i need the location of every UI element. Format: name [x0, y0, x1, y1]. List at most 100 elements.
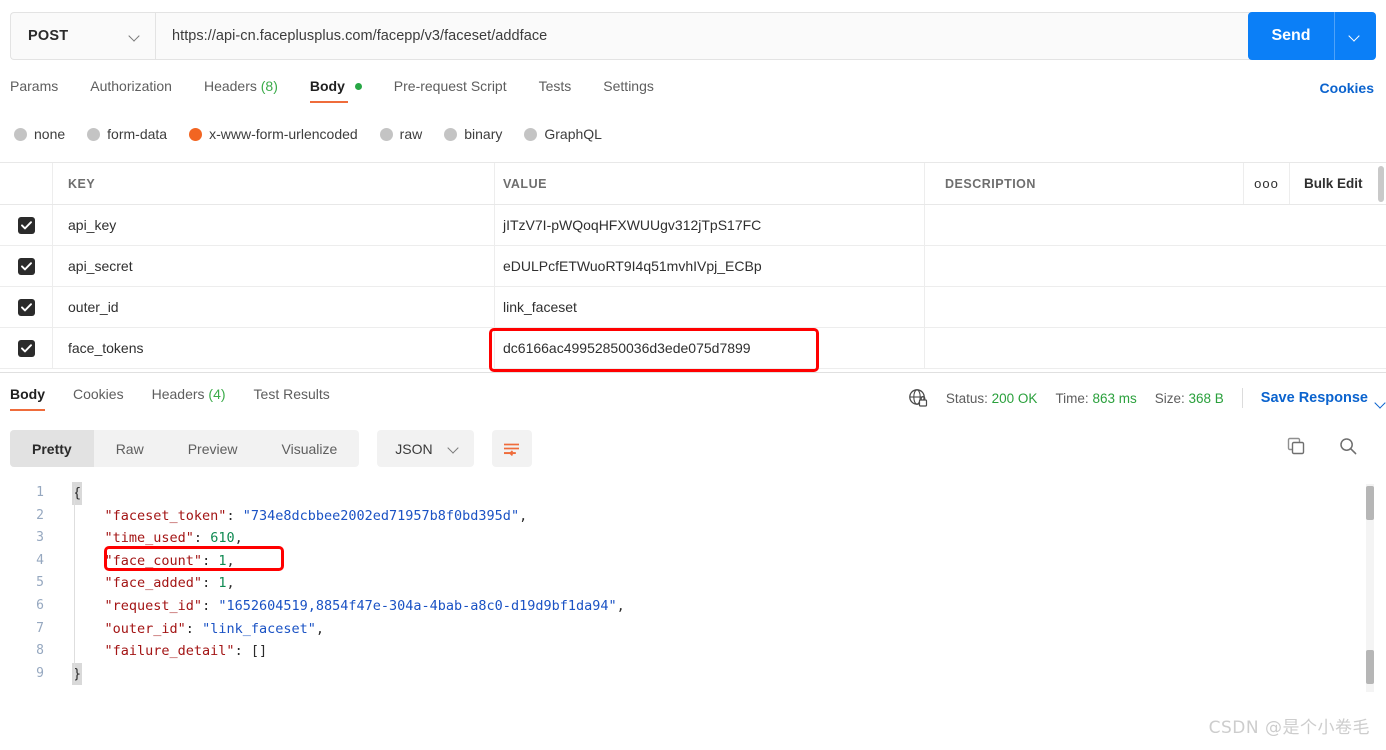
row-value[interactable]: dc6166ac49952850036d3ede075d7899 — [503, 340, 751, 356]
size-value: 368 B — [1188, 390, 1224, 406]
code-line: 3 "time_used": 610, — [0, 527, 1386, 550]
row-key[interactable]: face_tokens — [68, 340, 144, 356]
request-url-bar: POST https://api-cn.faceplusplus.com/fac… — [10, 12, 1376, 60]
radio-icon — [379, 127, 393, 141]
wrap-lines-button[interactable] — [491, 430, 532, 467]
time-label: Time: — [1055, 390, 1089, 406]
response-tab-test-results-label: Test Results — [253, 386, 330, 402]
row-value[interactable]: jITzV7I-pWQoqHFXWUUgv312jTpS17FC — [503, 217, 761, 233]
check-icon — [20, 302, 32, 311]
json-value-time-used: 610 — [210, 530, 235, 547]
body-type-x-www-form-urlencoded[interactable]: x-www-form-urlencoded — [189, 126, 358, 142]
line-number: 9 — [36, 665, 44, 681]
code-line-content: "time_used": 610, — [104, 530, 243, 547]
tab-authorization[interactable]: Authorization — [90, 78, 172, 103]
table-header-row: KEY VALUE DESCRIPTION ooo Bulk Edit — [0, 162, 1386, 205]
view-mode-preview[interactable]: Preview — [166, 430, 260, 467]
status-value: 200 OK — [991, 390, 1038, 406]
save-response-button[interactable]: Save Response — [1261, 390, 1368, 406]
table-options-button[interactable]: ooo — [1244, 163, 1290, 204]
radio-icon — [14, 127, 27, 141]
tab-params[interactable]: Params — [10, 78, 58, 103]
view-mode-visualize[interactable]: Visualize — [260, 430, 360, 467]
tab-body[interactable]: Body — [309, 78, 362, 103]
chevron-down-icon — [1350, 31, 1361, 42]
chevron-down-icon — [449, 443, 460, 454]
row-key[interactable]: api_key — [68, 217, 116, 233]
tab-settings[interactable]: Settings — [603, 78, 654, 103]
response-tab-test-results[interactable]: Test Results — [254, 386, 330, 411]
code-line-content: "face_added": 1, — [104, 575, 235, 592]
line-number: 7 — [36, 620, 44, 636]
table-row: api_secret eDULPcfETWuoRT9I4q51mvhIVpj_E… — [0, 246, 1386, 287]
time-label-group: Time: 863 ms — [1055, 391, 1136, 406]
body-type-raw[interactable]: raw — [379, 126, 422, 142]
more-options-icon: ooo — [1254, 176, 1279, 191]
http-method-selector[interactable]: POST — [10, 12, 155, 60]
row-checkbox[interactable] — [17, 257, 35, 275]
http-method-label: POST — [28, 28, 69, 44]
code-line-content: "outer_id": "link_faceset", — [104, 620, 325, 637]
response-tab-headers[interactable]: Headers (4) — [152, 386, 226, 411]
line-number: 6 — [36, 597, 44, 613]
line-number: 5 — [36, 575, 44, 591]
copy-icon[interactable] — [1286, 436, 1306, 456]
row-checkbox[interactable] — [17, 216, 35, 234]
row-value[interactable]: link_faceset — [503, 299, 577, 315]
table-row: api_key jITzV7I-pWQoqHFXWUUgv312jTpS17FC — [0, 205, 1386, 246]
json-value-request-id: 1652604519,8854f47e-304a-4bab-a8c0-d19d9… — [226, 597, 609, 614]
line-number: 4 — [36, 552, 44, 568]
json-value-failure-detail: [] — [250, 643, 268, 660]
body-type-none-label: none — [34, 126, 66, 142]
status-label: Status: — [945, 390, 988, 406]
meta-divider — [1241, 388, 1243, 408]
response-format-label: JSON — [395, 440, 433, 457]
response-meta: Status: 200 OK Time: 863 ms Size: 368 B … — [908, 388, 1376, 408]
json-value-faceset-token: 734e8dcbbee2002ed71957b8f0bd395d — [250, 507, 511, 524]
bulk-edit-button[interactable]: Bulk Edit — [1290, 163, 1386, 204]
tab-headers[interactable]: Headers (8) — [204, 78, 278, 103]
response-tab-cookies-label: Cookies — [73, 386, 124, 402]
view-mode-raw[interactable]: Raw — [94, 430, 166, 467]
column-header-key: KEY — [68, 176, 96, 191]
row-value[interactable]: eDULPcfETWuoRT9I4q51mvhIVpj_ECBp — [503, 258, 762, 274]
tab-params-label: Params — [10, 78, 59, 94]
row-checkbox[interactable] — [17, 339, 35, 357]
line-number: 3 — [36, 530, 44, 546]
url-input[interactable]: https://api-cn.faceplusplus.com/facepp/v… — [155, 12, 1376, 60]
send-options-button[interactable] — [1334, 12, 1376, 60]
code-scrollbar-thumb-top[interactable] — [1366, 486, 1374, 520]
response-tab-cookies[interactable]: Cookies — [73, 386, 124, 411]
response-format-selector[interactable]: JSON — [377, 430, 474, 467]
row-checkbox[interactable] — [17, 298, 35, 316]
code-line: 5 "face_added": 1, — [0, 572, 1386, 595]
response-body-json[interactable]: 1 { 2 "faceset_token": "734e8dcbbee2002e… — [0, 482, 1386, 694]
code-line-content: "request_id": "1652604519,8854f47e-304a-… — [104, 597, 625, 614]
body-type-form-data[interactable]: form-data — [87, 126, 167, 142]
column-header-description: DESCRIPTION — [945, 176, 1036, 191]
tab-tests[interactable]: Tests — [539, 78, 572, 103]
body-type-form-data-label: form-data — [107, 126, 168, 142]
table-scrollbar-thumb[interactable] — [1378, 166, 1384, 202]
response-tab-body[interactable]: Body — [10, 386, 45, 411]
tab-settings-label: Settings — [603, 78, 654, 94]
search-icon[interactable] — [1338, 436, 1358, 456]
body-type-binary[interactable]: binary — [444, 126, 502, 142]
line-number: 1 — [36, 485, 44, 500]
send-button[interactable]: Send — [1248, 12, 1334, 60]
code-line: 6 "request_id": "1652604519,8854f47e-304… — [0, 595, 1386, 618]
body-type-none[interactable]: none — [14, 126, 65, 142]
row-key[interactable]: api_secret — [68, 258, 133, 274]
status-label-group: Status: 200 OK — [946, 391, 1038, 406]
json-value-outer-id: link_faceset — [210, 620, 308, 637]
tab-pre-request-script[interactable]: Pre-request Script — [394, 78, 507, 103]
cookies-link[interactable]: Cookies — [1320, 80, 1374, 96]
header-checkbox-cell — [0, 163, 53, 204]
row-key[interactable]: outer_id — [68, 299, 119, 315]
view-mode-pretty[interactable]: Pretty — [10, 430, 94, 467]
code-scrollbar-thumb-bottom[interactable] — [1366, 650, 1374, 684]
body-type-graphql[interactable]: GraphQL — [524, 126, 602, 142]
bulk-edit-label: Bulk Edit — [1304, 176, 1363, 191]
tab-authorization-label: Authorization — [90, 78, 172, 94]
watermark: CSDN @是个小卷毛 — [1208, 718, 1370, 738]
